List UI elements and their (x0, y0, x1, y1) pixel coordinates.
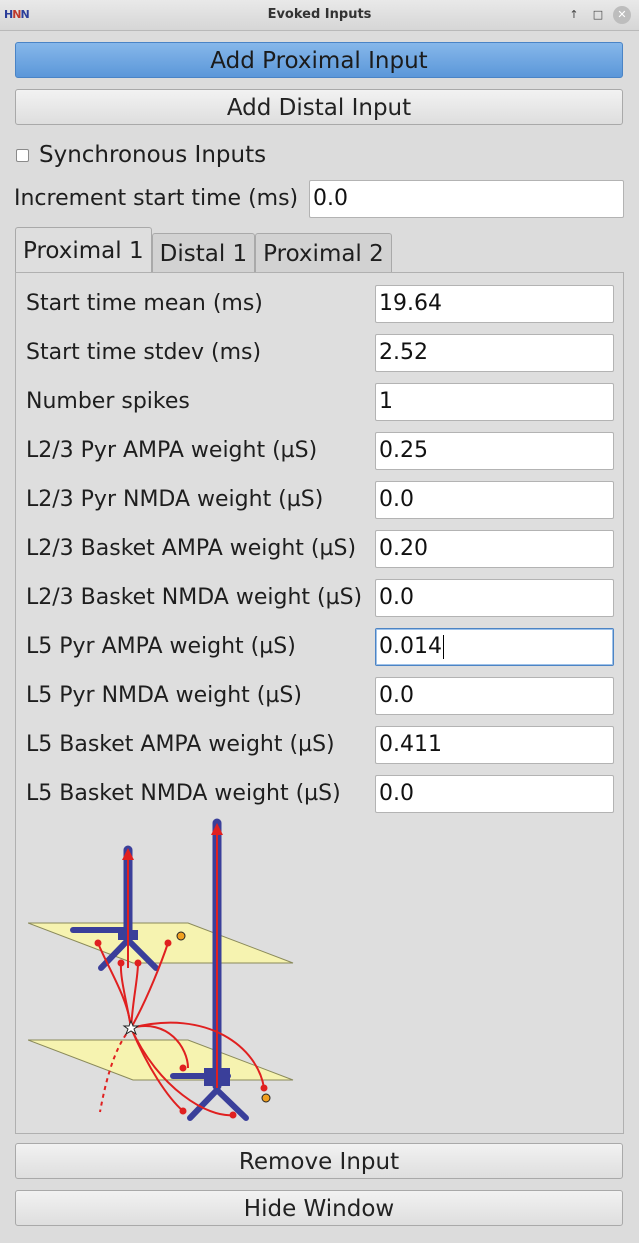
synapse-dots (94, 939, 268, 1119)
l23-basket-ampa-weight-field[interactable]: 0.20 (375, 530, 614, 568)
input-tabs: Proximal 1 Distal 1 Proximal 2 (15, 227, 392, 273)
start-time-stdev-field[interactable]: 2.52 (375, 334, 614, 372)
increment-start-time-label: Increment start time (ms) (14, 186, 299, 211)
restore-icon[interactable]: □ (589, 6, 607, 24)
l5-pyr-ampa-weight-field[interactable]: 0.014 (375, 628, 614, 666)
tab-distal-1[interactable]: Distal 1 (151, 233, 256, 273)
add-distal-input-button[interactable]: Add Distal Input (15, 89, 623, 125)
tab-proximal-1[interactable]: Proximal 1 (15, 227, 152, 273)
input-source-icon (122, 1019, 140, 1036)
l23-pyr-ampa-weight-field[interactable]: 0.25 (375, 432, 614, 470)
synchronous-inputs-checkbox-row[interactable]: Synchronous Inputs (16, 140, 266, 170)
number-spikes-field[interactable]: 1 (375, 383, 614, 421)
param-label: L2/3 Basket NMDA weight (µS) (26, 585, 363, 610)
title-bar: HNN Evoked Inputs ↑ □ ✕ (0, 0, 639, 31)
l23-pyr-nmda-weight-field[interactable]: 0.0 (375, 481, 614, 519)
l23-basket-nmda-weight-field[interactable]: 0.0 (375, 579, 614, 617)
param-label: L5 Pyr NMDA weight (µS) (26, 683, 302, 708)
param-label: L2/3 Pyr AMPA weight (µS) (26, 438, 318, 463)
param-label: L5 Basket AMPA weight (µS) (26, 732, 335, 757)
start-time-mean-field[interactable]: 19.64 (375, 285, 614, 323)
maximize-icon[interactable]: ↑ (565, 6, 583, 24)
param-label: Number spikes (26, 389, 190, 414)
l5-basket-nmda-weight-field[interactable]: 0.0 (375, 775, 614, 813)
param-label: Start time mean (ms) (26, 291, 263, 316)
l5-basket-ampa-weight-field[interactable]: 0.411 (375, 726, 614, 764)
param-label: Start time stdev (ms) (26, 340, 262, 365)
l5-pyr-nmda-weight-field[interactable]: 0.0 (375, 677, 614, 715)
close-icon[interactable]: ✕ (613, 6, 631, 24)
window-title: Evoked Inputs (267, 7, 372, 22)
synchronous-inputs-label: Synchronous Inputs (39, 142, 267, 168)
param-label: L2/3 Pyr NMDA weight (µS) (26, 487, 324, 512)
hide-window-button[interactable]: Hide Window (15, 1190, 623, 1226)
param-label: L5 Pyr AMPA weight (µS) (26, 634, 296, 659)
basket-cell-l23 (176, 931, 186, 941)
tab-proximal-2[interactable]: Proximal 2 (255, 233, 392, 273)
add-proximal-input-button[interactable]: Add Proximal Input (15, 42, 623, 78)
param-label: L5 Basket NMDA weight (µS) (26, 781, 341, 806)
proximal-input-diagram (28, 818, 294, 1121)
remove-input-button[interactable]: Remove Input (15, 1143, 623, 1179)
text-cursor (442, 635, 444, 659)
l5-pyr-ampa-weight-value: 0.014 (379, 634, 442, 659)
synchronous-inputs-checkbox[interactable] (16, 148, 29, 162)
tab-panel-proximal-1: Start time mean (ms) 19.64 Start time st… (15, 272, 624, 1134)
basket-cell-l5 (261, 1093, 271, 1103)
layer-2-3-plane (28, 922, 294, 964)
param-label: L2/3 Basket AMPA weight (µS) (26, 536, 357, 561)
increment-start-time-field[interactable]: 0.0 (309, 180, 624, 218)
